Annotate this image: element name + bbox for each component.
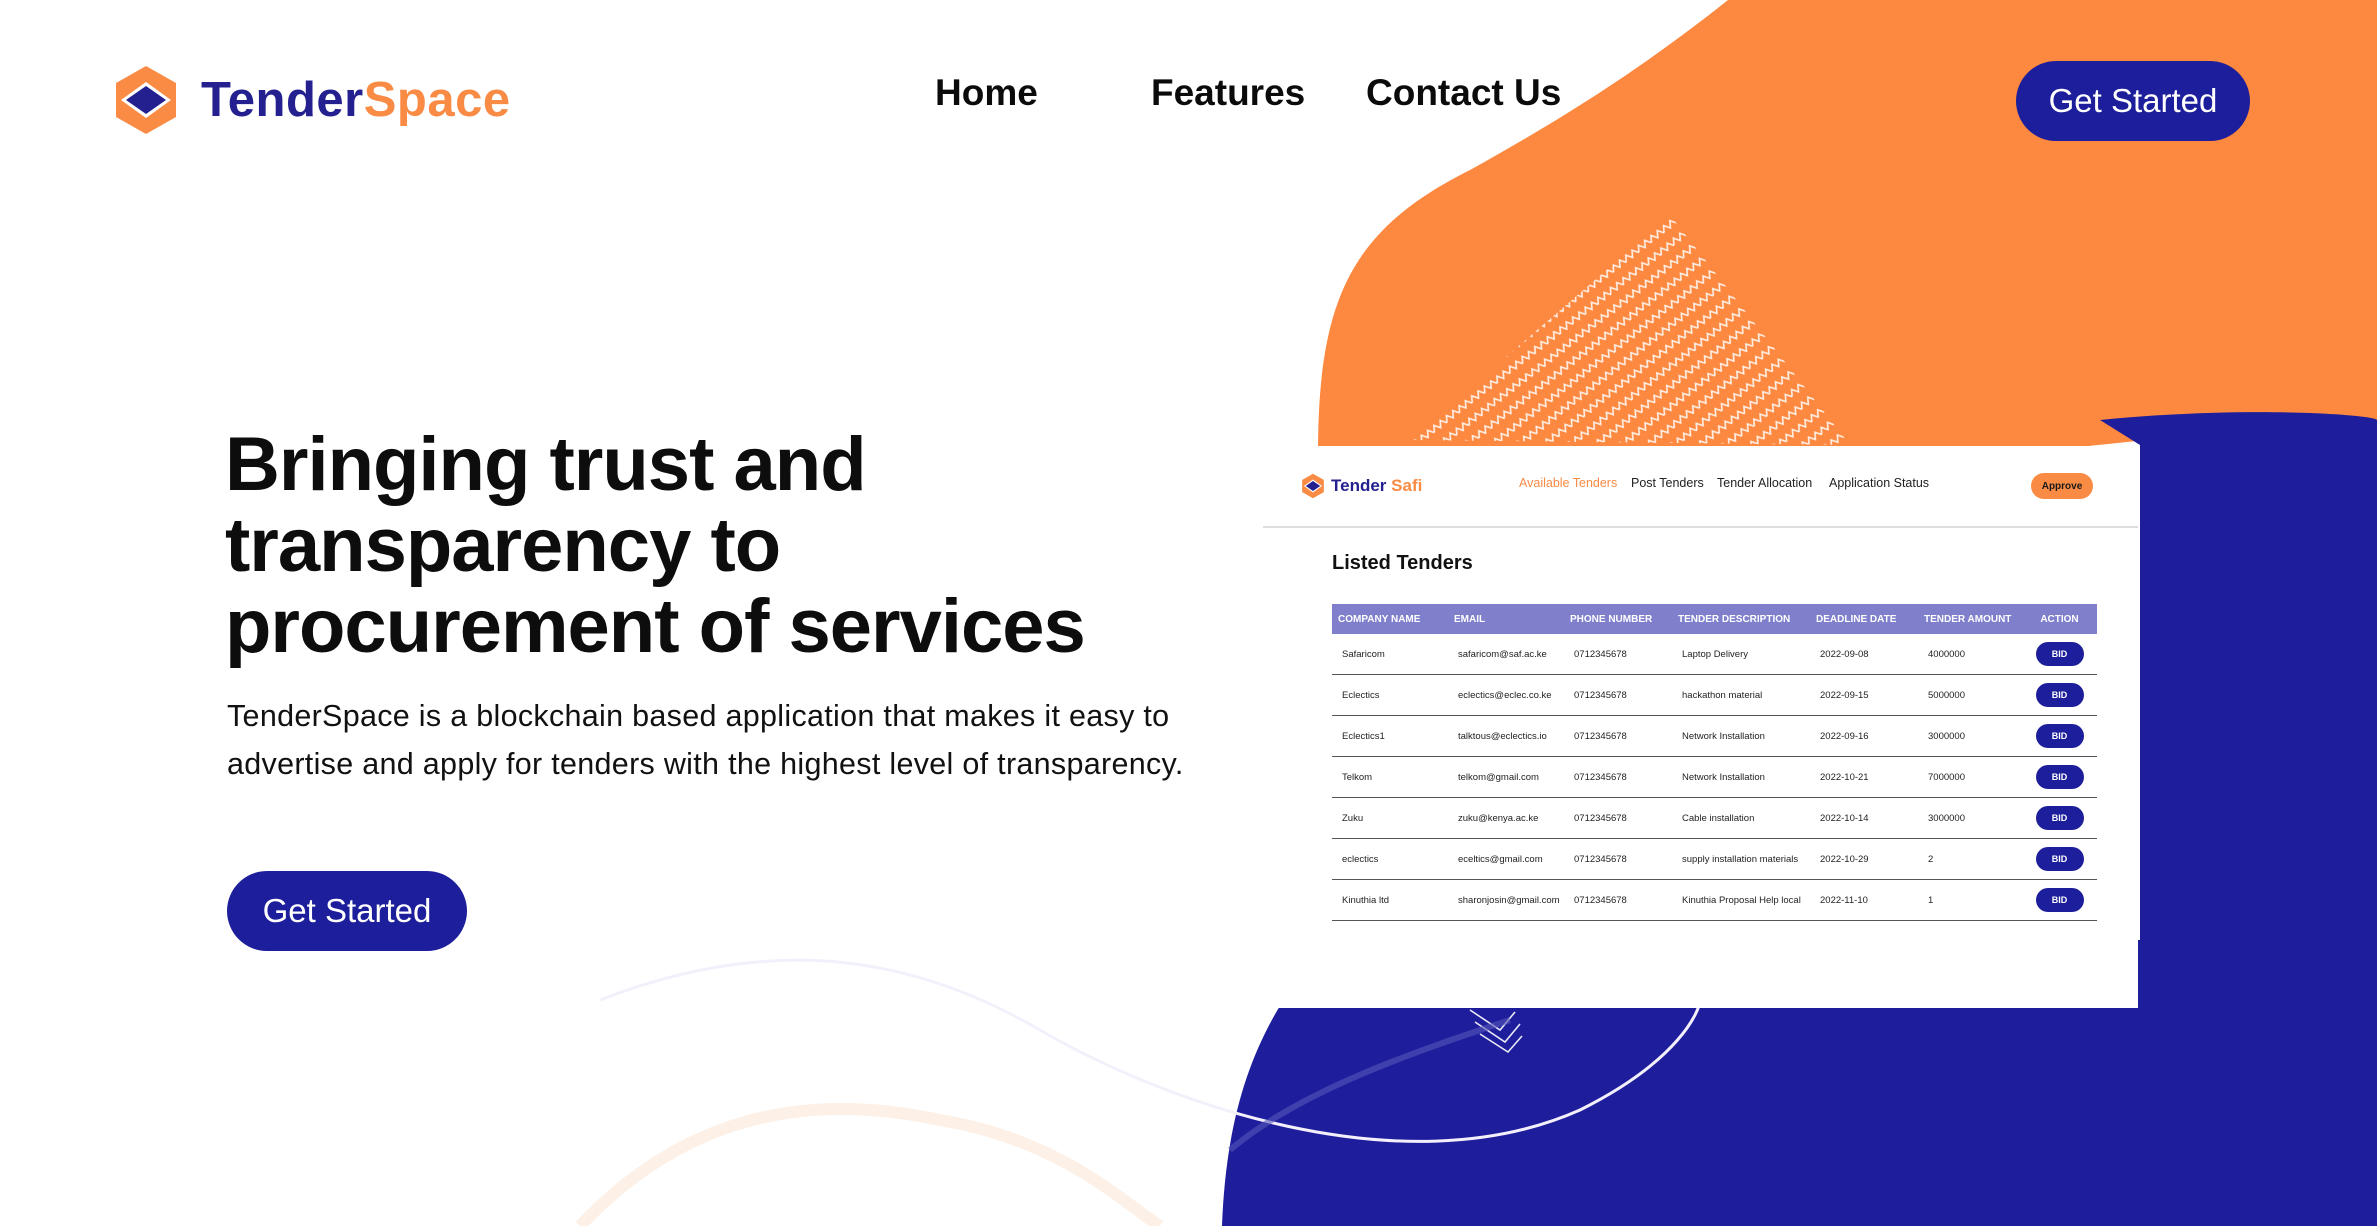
cell-deadline: 2022-09-08 xyxy=(1810,634,1918,675)
cell-deadline: 2022-11-10 xyxy=(1810,879,1918,921)
header-get-started-button[interactable]: Get Started xyxy=(2016,61,2250,141)
header-action: Action xyxy=(2022,604,2097,634)
preview-approve-button[interactable]: Approve xyxy=(2031,473,2093,499)
cell-action: BID xyxy=(2022,879,2097,921)
brand-name-part2: Space xyxy=(363,73,511,127)
cell-description: Network Installation xyxy=(1672,756,1810,798)
preview-logo: Tender Safi xyxy=(1301,473,1422,499)
cell-action: BID xyxy=(2022,715,2097,757)
cell-phone: 0712345678 xyxy=(1564,715,1672,757)
cell-amount: 2 xyxy=(1918,838,2022,880)
cell-description: Network Installation xyxy=(1672,715,1810,757)
bid-button[interactable]: BID xyxy=(2035,765,2084,789)
bid-button[interactable]: BID xyxy=(2035,642,2084,666)
table-header-row: Company Name Email Phone Number Tender D… xyxy=(1332,604,2097,634)
cell-description: Cable installation xyxy=(1672,797,1810,839)
cell-action: BID xyxy=(2022,634,2097,675)
hero-title: Bringing trust and transparency to procu… xyxy=(225,422,1086,669)
cell-email: talktous@eclectics.io xyxy=(1448,715,1564,757)
bid-button[interactable]: BID xyxy=(2035,724,2084,748)
table-row: Eclectics eclectics@eclec.co.ke 0712345678… xyxy=(1332,674,2097,716)
brand-name-part1: Tender xyxy=(201,73,364,127)
cell-action: BID xyxy=(2022,756,2097,798)
bid-button[interactable]: BID xyxy=(2035,847,2084,871)
cell-company: Telkom xyxy=(1332,756,1448,798)
table-row: Telkom telkom@gmail.com 0712345678 Network … xyxy=(1332,756,2097,798)
cell-action: BID xyxy=(2022,797,2097,839)
cell-email: zuku@kenya.ac.ke xyxy=(1448,797,1564,839)
bid-button[interactable]: BID xyxy=(2035,888,2084,912)
table-row: Safaricom safaricom@saf.ac.ke 0712345678 La… xyxy=(1332,634,2097,675)
cell-company: Zuku xyxy=(1332,797,1448,839)
cell-company: Eclectics1 xyxy=(1332,715,1448,757)
cell-company: Eclectics xyxy=(1332,674,1448,716)
header-email: Email xyxy=(1448,604,1564,634)
preview-nav-available-tenders[interactable]: Available Tenders xyxy=(1519,476,1617,490)
header-tender-amount: Tender Amount xyxy=(1918,604,2022,634)
cell-description: Laptop Delivery xyxy=(1672,634,1810,675)
cell-phone: 0712345678 xyxy=(1564,838,1672,880)
cell-email: eceltics@gmail.com xyxy=(1448,838,1564,880)
cell-amount: 7000000 xyxy=(1918,756,2022,798)
table-row: Eclectics1 talktous@eclectics.io 071234567… xyxy=(1332,715,2097,757)
cell-action: BID xyxy=(2022,674,2097,716)
preview-brand-part1: Tender xyxy=(1331,476,1387,495)
header-phone-number: Phone Number xyxy=(1564,604,1672,634)
cell-deadline: 2022-10-21 xyxy=(1810,756,1918,798)
cell-amount: 5000000 xyxy=(1918,674,2022,716)
cell-deadline: 2022-09-15 xyxy=(1810,674,1918,716)
cell-description: hackathon material xyxy=(1672,674,1810,716)
header-tender-description: Tender Description xyxy=(1672,604,1810,634)
nav-features[interactable]: Features xyxy=(1151,72,1305,114)
hero-description: TenderSpace is a blockchain based applic… xyxy=(227,699,1184,781)
cell-amount: 3000000 xyxy=(1918,715,2022,757)
nav-home[interactable]: Home xyxy=(935,72,1038,114)
preview-nav-post-tenders[interactable]: Post Tenders xyxy=(1631,476,1704,490)
cell-amount: 3000000 xyxy=(1918,797,2022,839)
preview-brand-part2: Safi xyxy=(1391,476,1423,495)
cell-company: eclectics xyxy=(1332,838,1448,880)
cell-phone: 0712345678 xyxy=(1564,634,1672,675)
cell-email: telkom@gmail.com xyxy=(1448,756,1564,798)
cell-company: Kinuthia ltd xyxy=(1332,879,1448,921)
header-company-name: Company Name xyxy=(1332,604,1448,634)
tenders-table: Company Name Email Phone Number Tender D… xyxy=(1332,604,2097,921)
cell-phone: 0712345678 xyxy=(1564,797,1672,839)
cell-deadline: 2022-10-29 xyxy=(1810,838,1918,880)
cell-email: eclectics@eclec.co.ke xyxy=(1448,674,1564,716)
preview-nav-application-status[interactable]: Application Status xyxy=(1829,476,1929,490)
listed-tenders-title: Listed Tenders xyxy=(1332,552,1473,574)
preview-nav-tender-allocation[interactable]: Tender Allocation xyxy=(1717,476,1812,490)
cell-company: Safaricom xyxy=(1332,634,1448,675)
cell-action: BID xyxy=(2022,838,2097,880)
nav-contact-us[interactable]: Contact Us xyxy=(1366,72,1561,114)
preview-hexagon-logo-icon xyxy=(1302,473,1324,499)
cell-phone: 0712345678 xyxy=(1564,879,1672,921)
table-row: Zuku zuku@kenya.ac.ke 0712345678 Cable inst… xyxy=(1332,797,2097,839)
cell-amount: 4000000 xyxy=(1918,634,2022,675)
hexagon-logo-icon xyxy=(116,66,176,134)
cell-description: supply installation materials xyxy=(1672,838,1810,880)
preview-brand-name: Tender Safi xyxy=(1331,476,1422,496)
cell-email: sharonjosin@gmail.com xyxy=(1448,879,1564,921)
cell-phone: 0712345678 xyxy=(1564,674,1672,716)
app-preview-card: Tender Safi Available Tenders Post Tende… xyxy=(1263,446,2138,1008)
brand-logo[interactable]: TenderSpace xyxy=(113,64,511,136)
bid-button[interactable]: BID xyxy=(2035,683,2084,707)
table-row: eclectics eceltics@gmail.com 0712345678 sup… xyxy=(1332,838,2097,880)
cell-deadline: 2022-09-16 xyxy=(1810,715,1918,757)
preview-divider xyxy=(1263,526,2138,528)
cell-deadline: 2022-10-14 xyxy=(1810,797,1918,839)
hero-get-started-button[interactable]: Get Started xyxy=(227,871,467,951)
bid-button[interactable]: BID xyxy=(2035,806,2084,830)
brand-name: TenderSpace xyxy=(201,72,511,128)
cell-phone: 0712345678 xyxy=(1564,756,1672,798)
cell-email: safaricom@saf.ac.ke xyxy=(1448,634,1564,675)
cell-description: Kinuthia Proposal Help local xyxy=(1672,879,1810,921)
header-deadline-date: Deadline Date xyxy=(1810,604,1918,634)
cell-amount: 1 xyxy=(1918,879,2022,921)
table-row: Kinuthia ltd sharonjosin@gmail.com 0712345… xyxy=(1332,879,2097,921)
